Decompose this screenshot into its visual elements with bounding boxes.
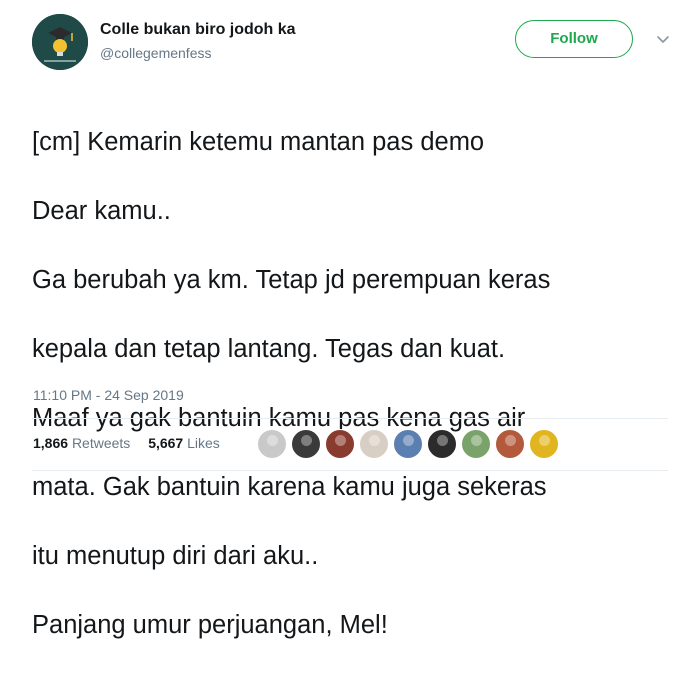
tweet-header: Colle bukan biro jodoh ka @collegemenfes…	[32, 14, 682, 70]
avatar-figure	[267, 435, 278, 446]
likes-count: 5,667	[148, 435, 184, 451]
retweets-stat[interactable]: 1,866 Retweets	[33, 435, 130, 451]
divider	[32, 418, 668, 419]
liker-avatar[interactable]	[291, 429, 321, 459]
graduation-cap-bulb-icon	[32, 14, 88, 70]
tweet-text: [cm] Kemarin ketemu mantan pas demo Dear…	[32, 90, 682, 677]
tweet-line: Panjang umur perjuangan, Mel!	[32, 610, 388, 639]
avatar-figure	[471, 435, 482, 446]
account-handle[interactable]: @collegemenfess	[100, 45, 212, 61]
avatar-figure	[301, 435, 312, 446]
account-display-name[interactable]: Colle bukan biro jodoh ka	[100, 21, 296, 39]
liker-avatar[interactable]	[325, 429, 355, 459]
liker-avatar[interactable]	[393, 429, 423, 459]
avatar-figure	[437, 435, 448, 446]
tweet-line: kepala dan tetap lantang. Tegas dan kuat…	[32, 334, 506, 363]
tweet-line: [cm] Kemarin ketemu mantan pas demo	[32, 127, 485, 156]
avatar-figure	[403, 435, 414, 446]
liker-avatar[interactable]	[257, 429, 287, 459]
avatar-figure	[335, 435, 346, 446]
tweet-timestamp[interactable]: 11:10 PM - 24 Sep 2019	[33, 387, 184, 403]
tweet-line: mata. Gak bantuin karena kamu juga seker…	[32, 472, 547, 501]
liker-avatar[interactable]	[359, 429, 389, 459]
tweet-stats: 1,866 Retweets 5,667 Likes	[33, 435, 234, 451]
liker-avatar[interactable]	[495, 429, 525, 459]
tweet-line: Ga berubah ya km. Tetap jd perempuan ker…	[32, 265, 551, 294]
tweet-line: itu menutup diri dari aku..	[32, 541, 319, 570]
chevron-down-icon[interactable]	[655, 32, 671, 48]
tweet-line: Dear kamu..	[32, 196, 171, 225]
retweets-count: 1,866	[33, 435, 69, 451]
divider	[32, 470, 668, 471]
avatar-figure	[505, 435, 516, 446]
follow-button[interactable]: Follow	[515, 20, 633, 58]
account-avatar[interactable]	[32, 14, 88, 70]
avatar-figure	[539, 435, 550, 446]
liker-avatar[interactable]	[427, 429, 457, 459]
likes-stat[interactable]: 5,667 Likes	[148, 435, 220, 451]
retweets-label: Retweets	[71, 435, 131, 451]
avatar-figure	[369, 435, 380, 446]
liker-avatar[interactable]	[529, 429, 559, 459]
likes-label: Likes	[187, 435, 220, 451]
liker-avatar[interactable]	[461, 429, 491, 459]
